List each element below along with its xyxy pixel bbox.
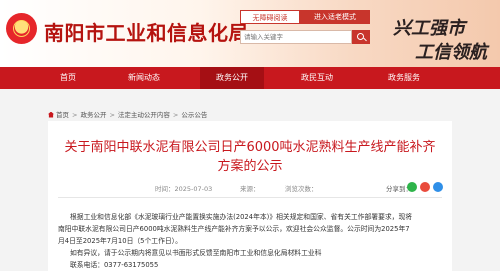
article-title-line-1: 关于南阳中联水泥有限公司日产6000吨水泥熟料生产线产能补齐 xyxy=(64,140,436,155)
nav-item-interaction[interactable]: 政民互动 xyxy=(301,67,333,89)
article-paragraph-4: 如有异议，请于公示期内将意见以书面形式反馈至南阳市工业和信息化局材料工业科 xyxy=(70,249,322,257)
site-title[interactable]: 南阳市工业和信息化局 xyxy=(44,17,249,46)
elderly-mode-button[interactable]: 进入适老模式 xyxy=(300,10,370,24)
breadcrumb-separator: > xyxy=(172,111,179,119)
search-input[interactable] xyxy=(244,31,339,43)
slogan-line-1: 兴工强市 xyxy=(393,18,465,39)
article-source: 来源： xyxy=(240,185,260,193)
breadcrumb-separator: > xyxy=(109,111,115,119)
slogan-line-2: 工信领航 xyxy=(415,42,487,63)
breadcrumb: 首页 > 政务公开 > 法定主动公开内容 > 公示公告 xyxy=(48,109,207,119)
qq-share-icon[interactable] xyxy=(433,182,443,192)
article-date: 时间：2025-07-03 xyxy=(155,185,213,193)
breadcrumb-disclosure[interactable]: 法定主动公开内容 xyxy=(118,111,170,119)
nav-item-news[interactable]: 新闻动态 xyxy=(128,67,160,89)
home-icon xyxy=(48,111,54,118)
site-header: 南阳市工业和信息化局 无障碍阅读 进入适老模式 兴工强市 工信领航 xyxy=(0,0,500,67)
main-nav: 首页 新闻动态 政务公开 政民互动 政务服务 xyxy=(0,67,500,89)
breadcrumb-separator: > xyxy=(72,111,78,119)
article-paragraph-2: 南阳中联水泥有限公司日产6000吨水泥熟料生产线产能补齐方案予以公示，欢迎社会公… xyxy=(58,225,410,233)
article-paragraph-1: 根据工业和信息化部《水泥玻璃行业产能置换实施办法(2024年本)》相关规定和国家… xyxy=(70,213,413,221)
wechat-share-icon[interactable] xyxy=(407,182,417,192)
article-divider xyxy=(58,197,442,198)
weibo-share-icon[interactable] xyxy=(420,182,430,192)
accessibility-button[interactable]: 无障碍阅读 xyxy=(240,10,300,24)
search-box xyxy=(240,30,352,44)
nav-item-home[interactable]: 首页 xyxy=(60,67,76,89)
nav-item-services[interactable]: 政务服务 xyxy=(388,67,420,89)
site-logo[interactable] xyxy=(6,13,37,44)
article-views: 浏览次数： xyxy=(285,185,318,193)
breadcrumb-notices[interactable]: 公示公告 xyxy=(181,111,207,119)
breadcrumb-gov-affairs[interactable]: 政务公开 xyxy=(80,111,106,119)
breadcrumb-home[interactable]: 首页 xyxy=(56,111,69,119)
article-title-line-2: 方案的公示 xyxy=(217,159,283,174)
article-paragraph-3: 月4日至2025年7月10日（5个工作日）。 xyxy=(58,237,182,245)
article-contact: 联系电话：0377-63175055 xyxy=(70,261,159,269)
nav-item-gov-affairs[interactable]: 政务公开 xyxy=(200,67,264,89)
search-icon[interactable] xyxy=(352,30,370,44)
